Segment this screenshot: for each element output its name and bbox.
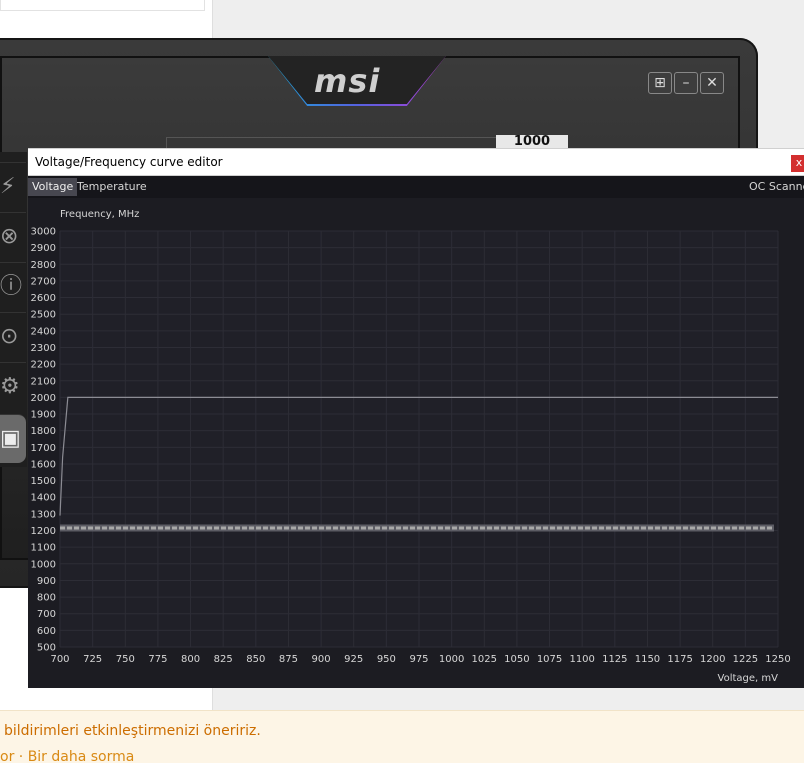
minimize-icon[interactable]: –	[674, 72, 698, 94]
notification-links: or · Bir daha sorma	[0, 749, 134, 765]
y-tick-label: 2800	[31, 260, 56, 271]
y-tick-label: 2100	[31, 376, 56, 387]
back-icon[interactable]: ⊗	[0, 212, 26, 261]
settings-icon[interactable]: ⚙	[0, 362, 26, 411]
y-tick-label: 2900	[31, 243, 56, 254]
y-tick-label: 1300	[31, 509, 56, 520]
y-tick-label: 1700	[31, 443, 56, 454]
tab-oc-scanner[interactable]: OC Scanne	[745, 178, 804, 196]
background-page-strip	[0, 0, 205, 11]
side-icon-strip: ⚡ ⊗ ⓘ ⊙ ⚙ ▣	[0, 152, 27, 467]
x-tick-label: 1250	[765, 654, 790, 665]
curve-editor-titlebar: Voltage/Frequency curve editor x	[28, 148, 804, 176]
tab-temperature[interactable]: Temperature	[73, 178, 151, 196]
info-icon[interactable]: ⓘ	[0, 262, 26, 311]
oc-scanner-icon[interactable]: ⊙	[0, 312, 26, 361]
curve-editor-window: Voltage/Frequency curve editor x Voltage…	[28, 148, 804, 688]
x-tick-label: 875	[279, 654, 298, 665]
msi-logo: msi	[314, 62, 381, 100]
y-tick-label: 1100	[31, 543, 56, 554]
tab-voltage[interactable]: Voltage	[28, 178, 78, 196]
x-tick-label: 975	[409, 654, 428, 665]
slider-value: 1000	[496, 135, 568, 149]
y-tick-label: 1400	[31, 493, 56, 504]
x-tick-label: 925	[344, 654, 363, 665]
y-tick-label: 1500	[31, 476, 56, 487]
notification-link-dont-ask[interactable]: Bir daha sorma	[28, 749, 135, 765]
x-tick-label: 1050	[504, 654, 529, 665]
y-tick-label: 3000	[31, 227, 56, 238]
y-tick-label: 1600	[31, 459, 56, 470]
x-tick-label: 950	[377, 654, 396, 665]
x-tick-label: 1075	[537, 654, 562, 665]
x-tick-label: 1225	[733, 654, 758, 665]
notification-message: bildirimleri etkinleştirmenizi öneririz.	[4, 723, 261, 739]
x-tick-label: 1100	[569, 654, 594, 665]
curve-editor-tabs: Voltage Temperature OC Scanne	[28, 176, 804, 198]
y-tick-label: 800	[37, 593, 56, 604]
curve-editor-close-button[interactable]: x	[791, 155, 804, 172]
y-tick-label: 1200	[31, 526, 56, 537]
y-tick-label: 2600	[31, 293, 56, 304]
y-tick-label: 2700	[31, 276, 56, 287]
y-tick-label: 2000	[31, 393, 56, 404]
window-controls: ⊞ – ✕	[648, 72, 724, 94]
x-tick-label: 725	[83, 654, 102, 665]
x-tick-label: 1000	[439, 654, 464, 665]
x-tick-label: 1175	[667, 654, 692, 665]
x-tick-label: 750	[116, 654, 135, 665]
y-tick-label: 1000	[31, 559, 56, 570]
k-boost-icon[interactable]: ⚡	[0, 162, 26, 211]
monitor-icon[interactable]: ▣	[0, 414, 26, 463]
curve-editor-title: Voltage/Frequency curve editor	[35, 155, 223, 169]
x-tick-label: 1025	[472, 654, 497, 665]
vf-curve-chart[interactable]: 500 600 700 800 900 1000 1100 1200 1300 1400 1500 1…	[28, 198, 804, 688]
x-tick-label: 825	[214, 654, 233, 665]
y-tick-label: 500	[37, 643, 56, 654]
x-tick-label: 900	[312, 654, 331, 665]
y-tick-label: 2200	[31, 360, 56, 371]
y-tick-label: 1800	[31, 426, 56, 437]
notification-link-allow[interactable]: or	[0, 749, 14, 765]
y-tick-label: 1900	[31, 410, 56, 421]
x-axis-ticks: 700 725 750 775 800 825 850 875 900 925 950 975 1000…	[50, 654, 790, 665]
y-tick-label: 2400	[31, 326, 56, 337]
x-tick-label: 1200	[700, 654, 725, 665]
notification-bar: bildirimleri etkinleştirmenizi öneririz.…	[0, 710, 804, 765]
y-tick-label: 700	[37, 609, 56, 620]
x-tick-label: 1125	[602, 654, 627, 665]
x-tick-label: 1150	[635, 654, 660, 665]
y-tick-label: 2500	[31, 310, 56, 321]
x-axis-label: Voltage, mV	[718, 673, 779, 684]
y-tick-label: 2300	[31, 343, 56, 354]
x-tick-label: 775	[148, 654, 167, 665]
notification-separator: ·	[14, 749, 28, 765]
close-icon[interactable]: ✕	[700, 72, 724, 94]
windows-icon[interactable]: ⊞	[648, 72, 672, 94]
x-tick-label: 850	[246, 654, 265, 665]
x-tick-label: 700	[50, 654, 69, 665]
y-tick-label: 600	[37, 626, 56, 637]
y-tick-label: 900	[37, 576, 56, 587]
x-tick-label: 800	[181, 654, 200, 665]
y-axis-label: Frequency, MHz	[60, 209, 139, 220]
